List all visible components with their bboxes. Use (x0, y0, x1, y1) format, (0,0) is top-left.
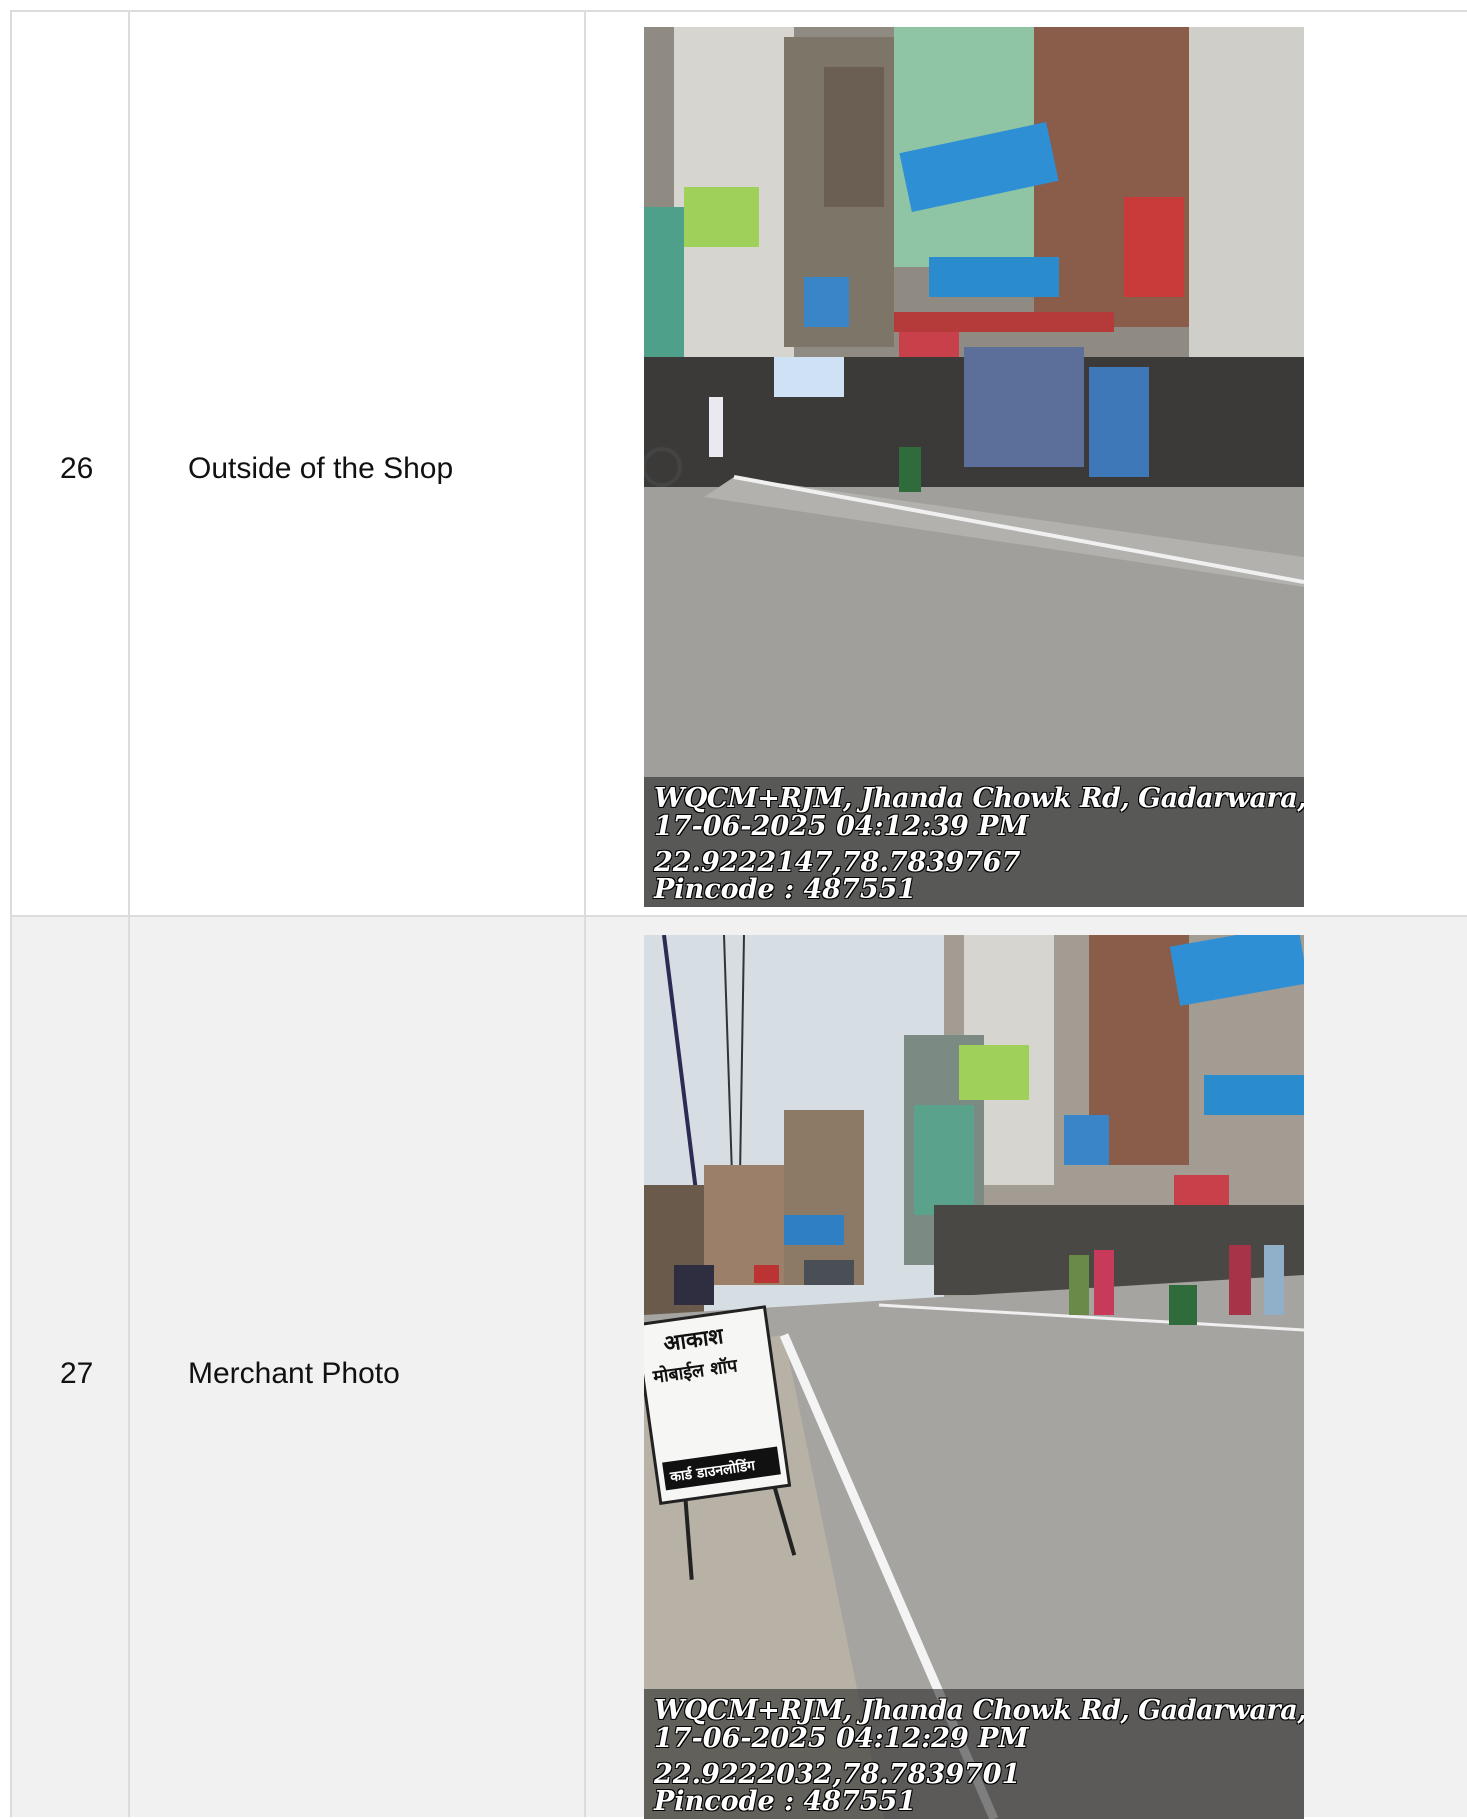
serial-cell: 26 (10, 12, 130, 915)
photo-table: 26 Outside of the Shop WQCM+RJM, Jhanda … (0, 0, 1467, 1819)
geotag-pincode: Pincode : 487551 (654, 1786, 917, 1817)
photo-cell: आकाश मोबाईल शॉप कार्ड डाउनलोडिंग WQCM+RJ… (586, 917, 1467, 1819)
merchant-photo[interactable]: आकाश मोबाईल शॉप कार्ड डाउनलोडिंग WQCM+RJ… (644, 935, 1304, 1819)
serial-number: 27 (60, 1357, 94, 1390)
shop-outside-photo[interactable]: वेदराना WQCM+RJM, Jhanda Chow (644, 27, 1304, 907)
description-cell: Outside of the Shop (130, 12, 586, 915)
geotag-address: WQCM+RJM, Jhanda Chowk Rd, Gadarwara, Ma… (654, 1695, 1304, 1726)
merchant-street-image: आकाश मोबाईल शॉप कार्ड डाउनलोडिंग (644, 935, 1304, 1819)
geotag-pincode: Pincode : 487551 (654, 874, 917, 905)
geotag-overlay: WQCM+RJM, Jhanda Chowk Rd, Gadarwara, Ma… (644, 777, 1304, 907)
table-row: 27 Merchant Photo आकाश मोबाईल शॉप कार्ड … (10, 915, 1467, 1819)
serial-cell: 27 (10, 917, 130, 1817)
geotag-overlay: WQCM+RJM, Jhanda Chowk Rd, Gadarwara, Ma… (644, 1689, 1304, 1819)
serial-number: 26 (60, 452, 94, 485)
geotag-timestamp: 17-06-2025 04:12:39 PM (654, 811, 1029, 842)
description-cell: Merchant Photo (130, 917, 586, 1817)
geotag-address: WQCM+RJM, Jhanda Chowk Rd, Gadarwara, Ma… (654, 783, 1304, 814)
photo-description: Outside of the Shop (188, 452, 454, 485)
geotag-timestamp: 17-06-2025 04:12:29 PM (654, 1723, 1029, 1754)
photo-cell: वेदराना WQCM+RJM, Jhanda Chow (586, 12, 1467, 915)
table-row: 26 Outside of the Shop WQCM+RJM, Jhanda … (10, 10, 1467, 915)
street-scene-image: वेदराना (644, 27, 1304, 907)
photo-description: Merchant Photo (188, 1357, 400, 1390)
